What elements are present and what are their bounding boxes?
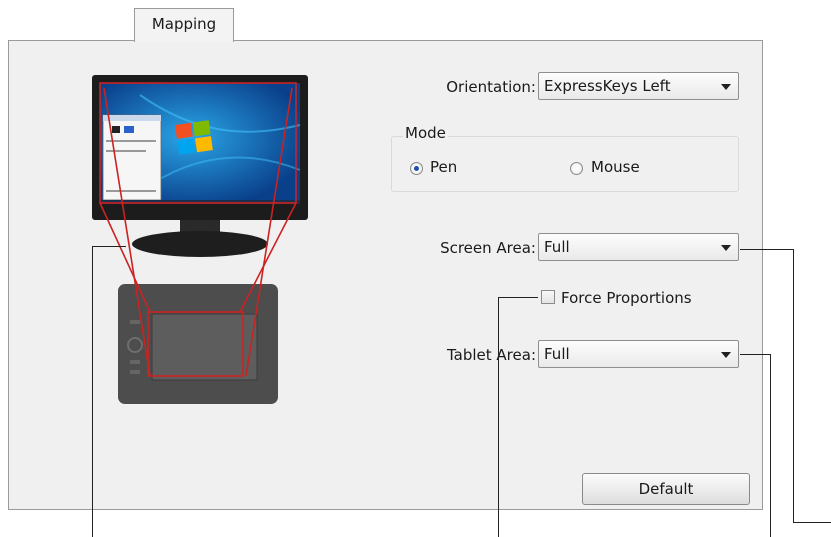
orientation-label: Orientation:: [446, 78, 536, 96]
callout-line-tablet-area: [770, 354, 771, 537]
callout-line-tablet-area-tick: [740, 354, 770, 355]
pen-radio-label: Pen: [430, 158, 458, 176]
orientation-value: ExpressKeys Left: [544, 77, 671, 95]
screen-area-value: Full: [544, 238, 570, 256]
default-button[interactable]: Default: [582, 473, 750, 505]
tablet-active-area: [151, 313, 258, 381]
orientation-dropdown[interactable]: ExpressKeys Left: [538, 72, 739, 100]
tab-mapping-label: Mapping: [151, 15, 217, 33]
screen-area-label: Screen Area:: [440, 239, 536, 257]
monitor-base: [132, 231, 268, 257]
force-proportions-checkbox[interactable]: [541, 290, 555, 304]
tablet-area-value: Full: [544, 345, 570, 363]
pen-radio[interactable]: [410, 162, 423, 175]
callout-line-force-proportions-tick: [498, 297, 538, 298]
mode-group-title: Mode: [403, 124, 448, 142]
callout-line-monitor-tick: [92, 246, 126, 247]
mouse-radio-label: Mouse: [591, 158, 640, 176]
callout-line-monitor: [92, 246, 93, 537]
chevron-down-icon: [721, 84, 731, 90]
callout-line-screen-area: [793, 249, 794, 523]
callout-line-screen-area-foot: [793, 522, 831, 523]
tablet-area-dropdown[interactable]: Full: [538, 340, 739, 368]
callout-line-force-proportions: [498, 297, 499, 537]
chevron-down-icon: [721, 352, 731, 358]
tablet-area-label: Tablet Area:: [446, 346, 536, 364]
screen-area-dropdown[interactable]: Full: [538, 233, 739, 261]
callout-line-screen-area-tick: [740, 249, 794, 250]
force-proportions-label: Force Proportions: [561, 289, 692, 307]
chevron-down-icon: [721, 245, 731, 251]
default-button-label: Default: [638, 480, 694, 498]
mouse-radio[interactable]: [570, 162, 583, 175]
mapping-dialog: Mapping Orientation: ExpressKeys Left Mo…: [0, 0, 831, 537]
tab-mapping[interactable]: Mapping: [134, 8, 234, 42]
